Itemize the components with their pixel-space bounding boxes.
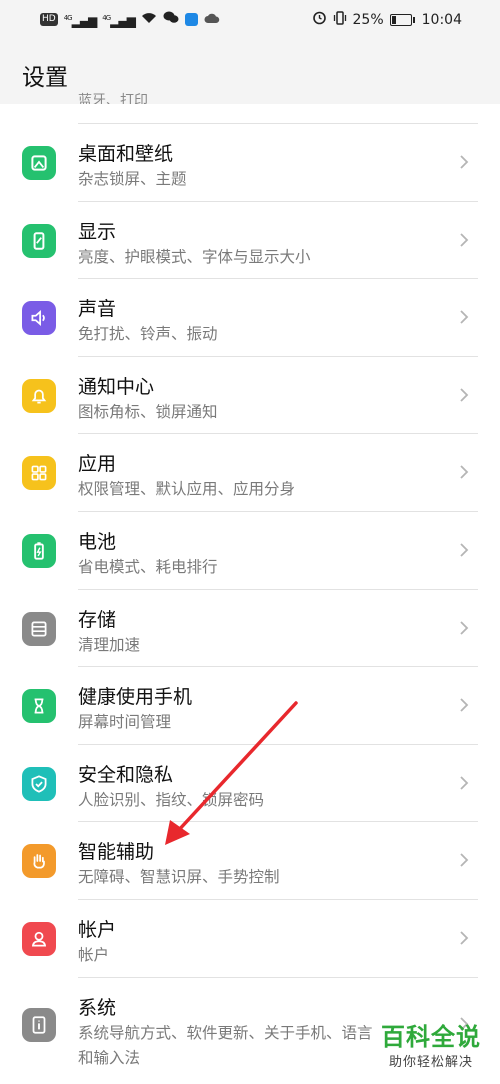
chevron-right-icon	[460, 155, 469, 169]
settings-row[interactable]: 通知中心图标角标、锁屏通知	[0, 357, 500, 435]
row-subtitle: 图标角标、锁屏通知	[78, 402, 218, 421]
system-icon	[22, 1007, 56, 1042]
row-subtitle: 人脸识别、指纹、锁屏密码	[78, 790, 265, 809]
row-title: 存储	[78, 608, 117, 631]
apps-icon	[22, 456, 56, 491]
hd-icon: HD	[40, 13, 58, 26]
settings-row[interactable]: 存储 清理加速	[0, 590, 500, 668]
page-title: 设置	[22, 65, 68, 91]
row-title: 通知中心	[78, 375, 155, 398]
clock: 10:04	[421, 11, 462, 28]
row-title: 安全和隐私	[78, 763, 174, 786]
wallpaper-icon	[22, 146, 56, 180]
battery-percent: 25%	[352, 11, 384, 28]
row-title: 帐户	[78, 918, 117, 941]
status-right: 25% 10:04	[312, 10, 462, 29]
settings-row[interactable]: 健康使用手机屏幕时间管理	[0, 667, 500, 745]
cloud-icon	[204, 12, 220, 28]
battery-icon	[22, 533, 56, 568]
chevron-right-icon	[460, 232, 469, 247]
partial-row-subtitle: 蓝牙、打印	[78, 93, 148, 104]
settings-row[interactable]: 桌面和壁纸杂志锁屏、主题	[0, 124, 500, 202]
chevron-right-icon	[460, 776, 469, 790]
row-title: 健康使用手机	[78, 686, 193, 709]
settings-list: 桌面和壁纸杂志锁屏、主题显示亮度、护眼模式、字体与显示大小声音免打扰、铃声、振动…	[0, 124, 500, 1072]
chevron-right-icon	[460, 620, 469, 635]
row-subtitle: 权限管理、默认应用、应用分身	[78, 480, 296, 499]
notification-icon	[22, 378, 56, 413]
shield-icon	[22, 766, 56, 801]
chevron-right-icon	[460, 465, 469, 480]
display-icon	[22, 223, 56, 258]
row-subtitle: 帐户	[78, 945, 110, 964]
row-title: 电池	[78, 530, 117, 553]
row-title: 智能辅助	[78, 841, 155, 864]
chevron-right-icon	[460, 931, 469, 945]
chevron-right-icon	[460, 698, 469, 712]
vibrate-icon	[333, 10, 347, 29]
row-subtitle: 省电模式、耗电排行	[78, 557, 218, 576]
settings-row[interactable]: 安全和隐私人脸识别、指纹、锁屏密码	[0, 745, 500, 823]
settings-header: 设置	[0, 38, 500, 104]
row-title: 桌面和壁纸	[78, 143, 174, 165]
row-title: 显示	[78, 220, 117, 243]
row-subtitle: 免打扰、铃声、振动	[78, 325, 218, 344]
hourglass-icon	[22, 689, 56, 724]
chevron-right-icon	[460, 853, 469, 867]
row-subtitle: 屏幕时间管理	[78, 713, 172, 732]
signal-icon: 4G▂▄▆	[63, 14, 98, 28]
alarm-icon	[312, 10, 327, 29]
row-subtitle: 亮度、护眼模式、字体与显示大小	[78, 247, 311, 266]
settings-row[interactable]: 智能辅助无障碍、智慧识屏、手势控制	[0, 822, 500, 900]
hand-icon	[22, 844, 56, 879]
chevron-right-icon	[460, 310, 469, 324]
settings-row[interactable]: 应用权限管理、默认应用、应用分身	[0, 434, 500, 512]
wifi-icon	[141, 12, 157, 28]
watermark-subtitle: 助你轻松解决	[388, 1055, 473, 1070]
chevron-right-icon	[460, 543, 469, 557]
status-bar: HD 4G▂▄▆ 4G▂▄▆ 25% 10:04	[0, 0, 500, 38]
watermark-title: 百科全说	[381, 1023, 481, 1051]
row-subtitle: 系统导航方式、软件更新、关于手机、语言和输入法	[78, 1023, 373, 1067]
row-title: 声音	[78, 298, 117, 321]
chevron-right-icon	[460, 388, 469, 402]
settings-row[interactable]: 电池省电模式、耗电排行	[0, 512, 500, 590]
settings-row[interactable]: 声音免打扰、铃声、振动	[0, 279, 500, 357]
watermark: 百科全说 助你轻松解决	[376, 1023, 486, 1070]
row-subtitle: 清理加速	[78, 635, 141, 654]
row-title: 系统	[78, 996, 117, 1019]
sound-icon	[22, 301, 56, 336]
settings-row[interactable]: 帐户 帐户	[0, 900, 500, 978]
account-icon	[22, 921, 56, 956]
wechat-icon	[163, 11, 179, 28]
storage-icon	[22, 611, 56, 646]
row-title: 应用	[78, 453, 117, 476]
battery-icon	[389, 13, 415, 26]
row-subtitle: 无障碍、智慧识屏、手势控制	[78, 868, 280, 887]
settings-row[interactable]: 显示亮度、护眼模式、字体与显示大小	[0, 202, 500, 280]
signal-icon-2: 4G▂▄▆	[102, 14, 136, 28]
status-left: HD 4G▂▄▆ 4G▂▄▆	[40, 10, 220, 29]
app-icon	[184, 13, 198, 26]
row-subtitle: 杂志锁屏、主题	[78, 170, 187, 188]
